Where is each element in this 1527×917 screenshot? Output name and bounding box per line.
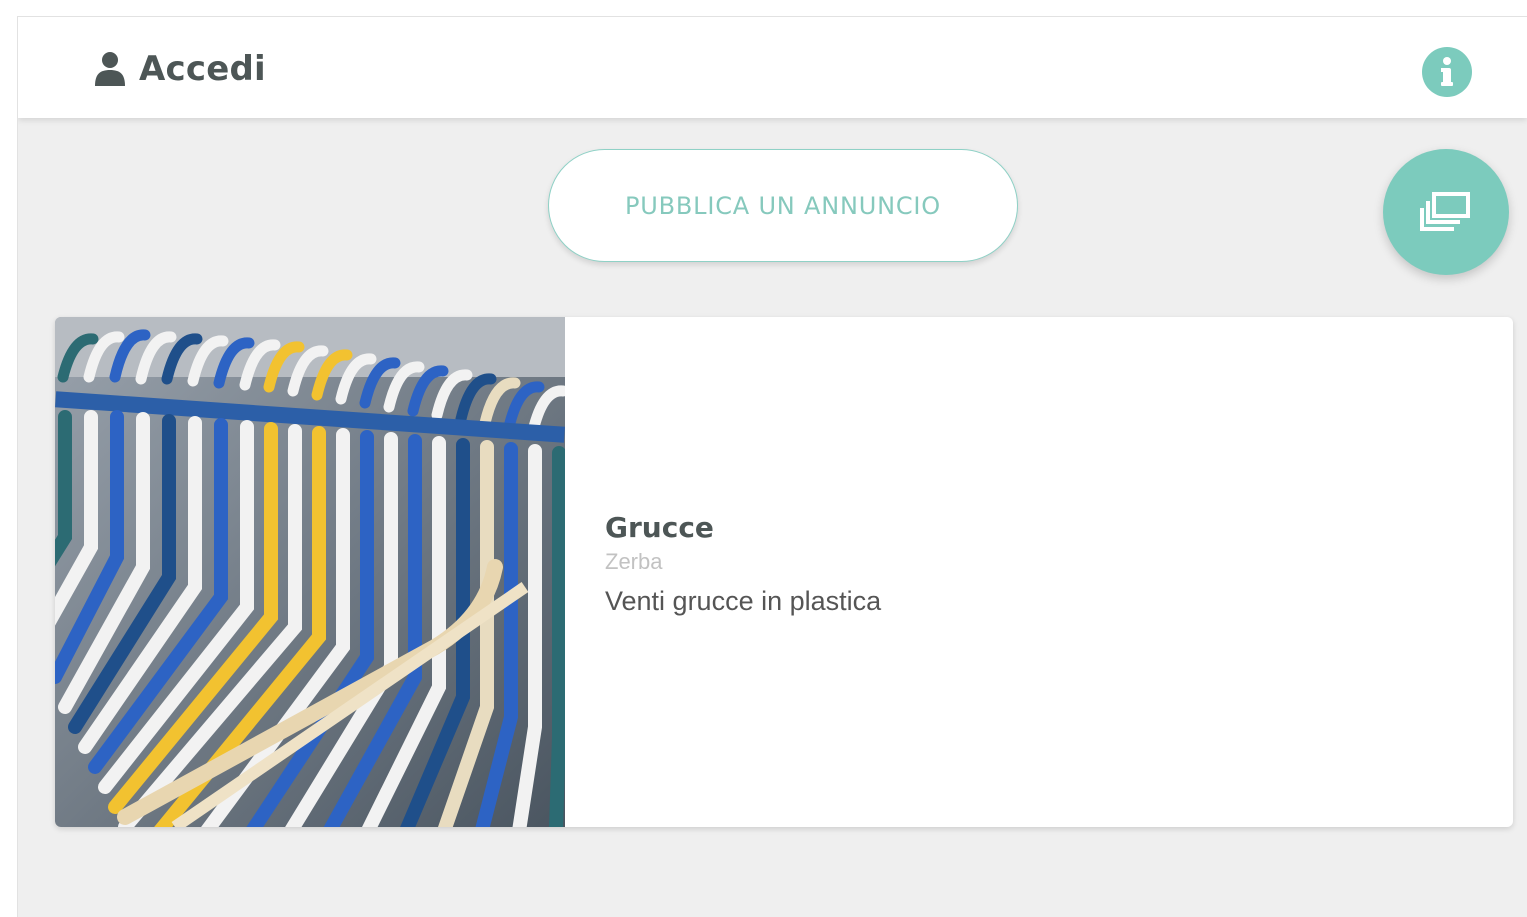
info-icon xyxy=(1441,57,1453,86)
gallery-view-icon xyxy=(1420,192,1470,231)
publish-listing-button[interactable]: PUBBLICA UN ANNUNCIO xyxy=(548,149,1018,262)
login-label: Accedi xyxy=(139,49,266,89)
gallery-view-button[interactable] xyxy=(1383,149,1509,275)
listing-details: Grucce Zerba Venti grucce in plastica xyxy=(605,509,1465,619)
login-button[interactable]: Accedi xyxy=(94,49,266,89)
listing-location: Zerba xyxy=(605,549,663,574)
listing-image xyxy=(55,317,565,827)
top-bar: Accedi xyxy=(18,17,1527,118)
listing-title: Grucce xyxy=(605,511,714,544)
app-frame: Accedi PUBBLICA UN ANNUNCIO Grucce Zerba… xyxy=(17,16,1527,917)
info-button[interactable] xyxy=(1422,47,1472,97)
user-icon xyxy=(95,52,125,86)
listing-card[interactable]: Grucce Zerba Venti grucce in plastica xyxy=(55,317,1513,827)
listing-description: Venti grucce in plastica xyxy=(605,586,882,616)
